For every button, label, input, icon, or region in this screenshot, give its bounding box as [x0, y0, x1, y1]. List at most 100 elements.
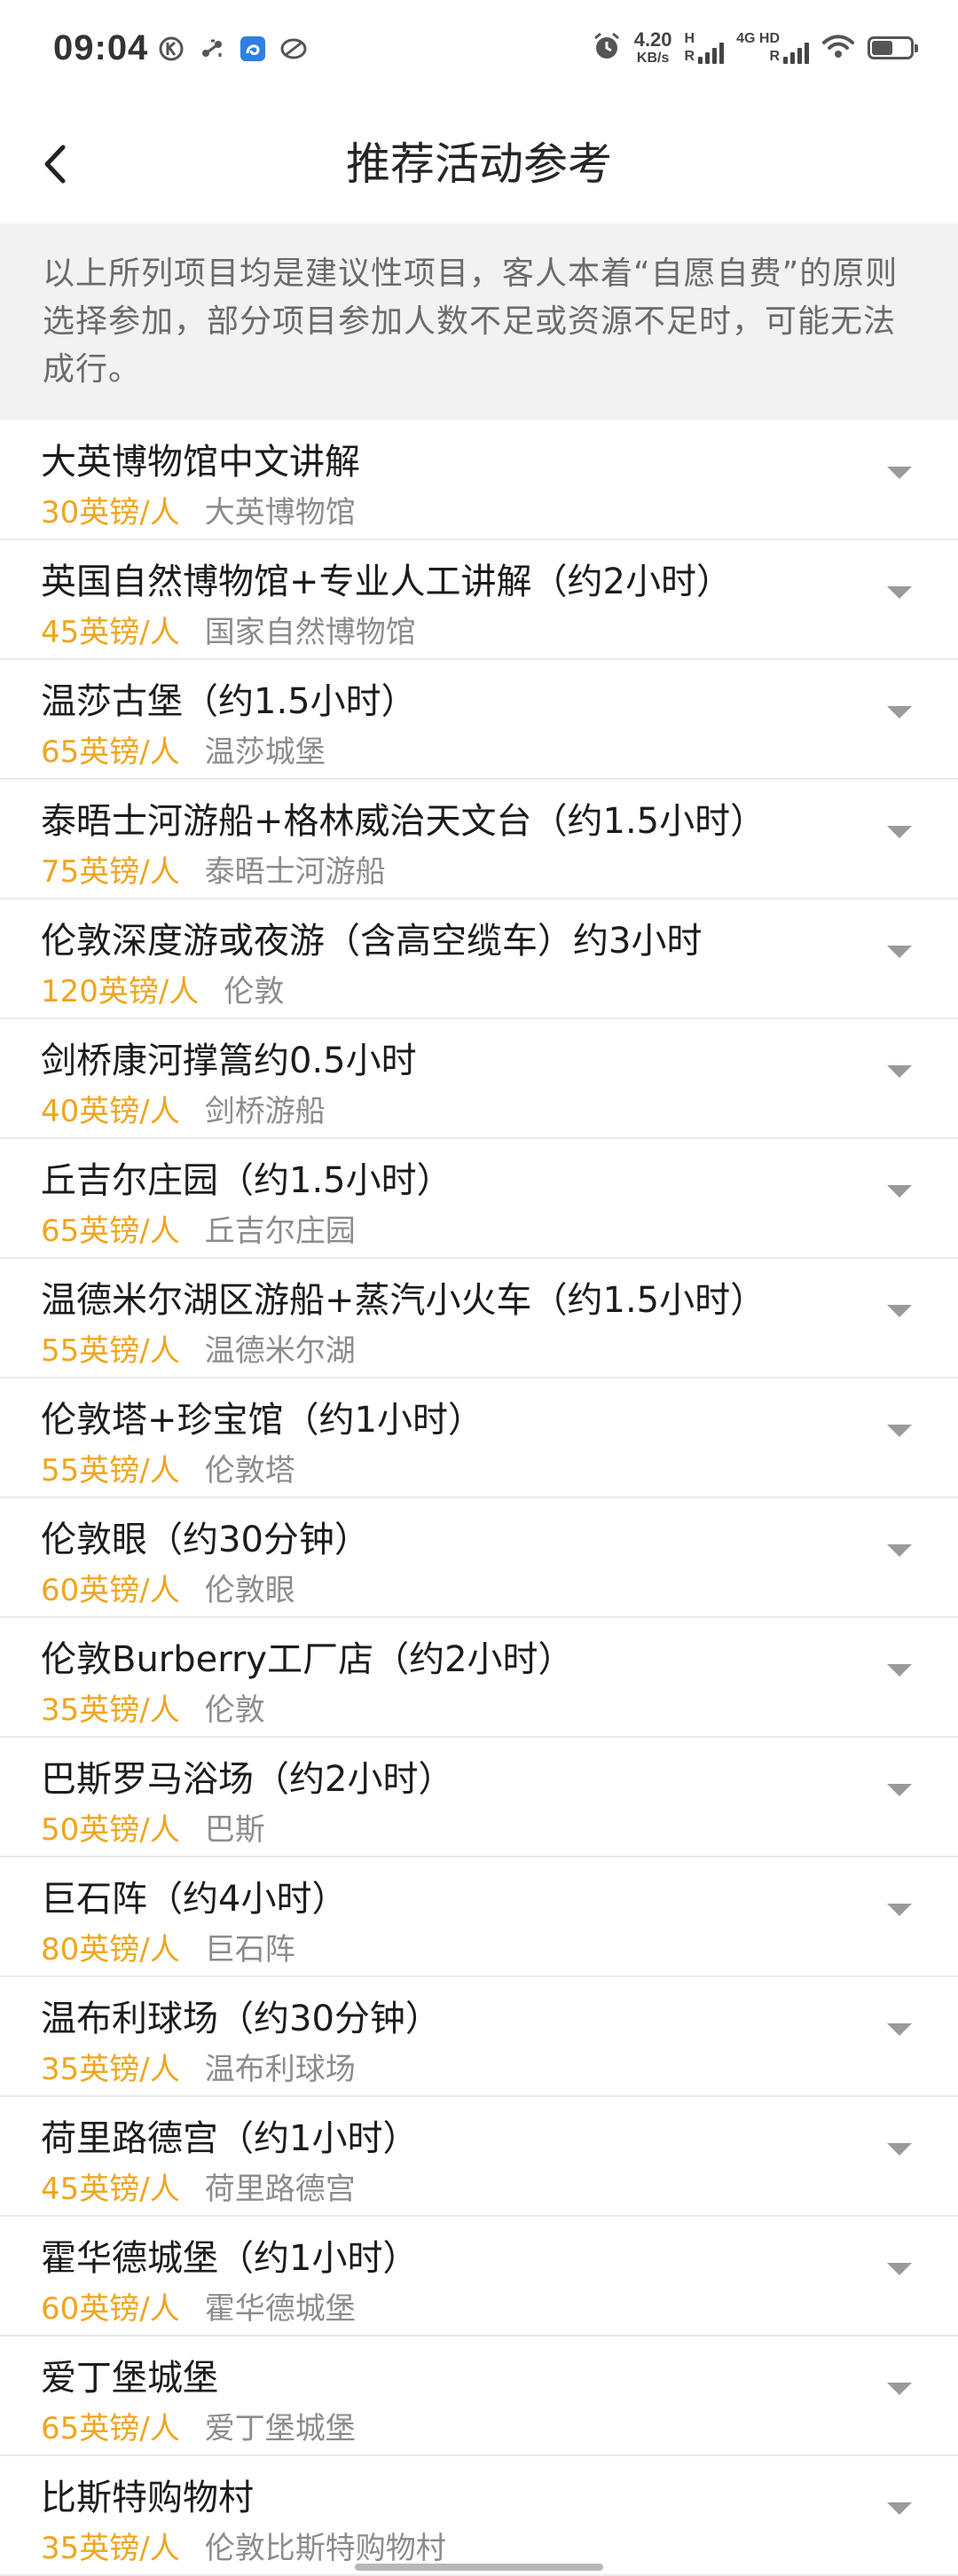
activity-name: 巨石阵（约4小时）: [41, 1879, 348, 1920]
activity-name: 温布利球场（约30分钟）: [41, 1999, 441, 2039]
activity-price: 40英镑/人: [41, 1094, 180, 1129]
activity-meta: 60英镑/人 伦敦眼: [41, 1573, 295, 1608]
chevron-down-icon[interactable]: [887, 2143, 912, 2156]
activity-price: 60英镑/人: [41, 2291, 180, 2327]
chevron-down-icon[interactable]: [887, 2263, 912, 2275]
chevron-down-icon[interactable]: [887, 467, 912, 479]
list-item[interactable]: 英国自然博物馆+专业人工讲解（约2小时） 45英镑/人 国家自然博物馆: [0, 540, 958, 660]
list-item[interactable]: 温德米尔湖区游船+蒸汽小火车（约1.5小时） 55英镑/人 温德米尔湖: [0, 1259, 958, 1378]
activity-name: 比斯特购物村: [41, 2478, 254, 2518]
activity-location: 伦敦眼: [204, 1573, 295, 1608]
activity-location: 伦敦: [224, 974, 285, 1009]
activity-price: 35英镑/人: [41, 2052, 180, 2087]
list-item[interactable]: 泰晤士河游船+格林威治天文台（约1.5小时） 75英镑/人 泰晤士河游船: [0, 780, 958, 899]
list-item[interactable]: 荷里路德宫（约1小时） 45英镑/人 荷里路德宫: [0, 2097, 958, 2217]
activity-price: 35英镑/人: [41, 2531, 180, 2566]
list-item[interactable]: 巨石阵（约4小时） 80英镑/人 巨石阵: [0, 1857, 958, 1977]
activity-location: 温莎城堡: [204, 734, 326, 770]
activity-meta: 35英镑/人 伦敦比斯特购物村: [41, 2531, 446, 2566]
system-status-icons: 4.20 KB/s H R 4G HD R: [592, 30, 918, 66]
activity-price: 35英镑/人: [41, 1692, 180, 1728]
chevron-down-icon[interactable]: [887, 826, 912, 838]
chevron-down-icon[interactable]: [887, 1305, 912, 1317]
chevron-down-icon[interactable]: [887, 2383, 912, 2395]
chevron-down-icon[interactable]: [887, 1065, 912, 1078]
list-item[interactable]: 霍华德城堡（约1小时） 60英镑/人 霍华德城堡: [0, 2217, 958, 2336]
activity-name: 剑桥康河撑篙约0.5小时: [41, 1041, 417, 1081]
activity-location: 巴斯: [204, 1812, 265, 1848]
status-time: 09:04: [53, 28, 149, 67]
activity-location: 爱丁堡城堡: [204, 2411, 356, 2446]
activity-name: 伦敦塔+珍宝馆（约1小时）: [41, 1400, 483, 1441]
home-indicator[interactable]: [355, 2564, 603, 2571]
app-badge-icon: [240, 35, 266, 62]
sim1-label: H: [684, 31, 695, 46]
activity-meta: 80英镑/人 巨石阵: [41, 1932, 295, 1967]
activity-meta: 65英镑/人 丘吉尔庄园: [41, 1213, 356, 1249]
chevron-down-icon[interactable]: [887, 1664, 912, 1677]
activity-location: 剑桥游船: [204, 1094, 326, 1129]
activity-price: 30英镑/人: [41, 495, 180, 530]
k-circle-icon: [158, 35, 185, 62]
activity-name: 伦敦眼（约30分钟）: [41, 1520, 370, 1560]
list-item[interactable]: 爱丁堡城堡 65英镑/人 爱丁堡城堡: [0, 2336, 958, 2456]
list-item[interactable]: 温布利球场（约30分钟） 35英镑/人 温布利球场: [0, 1977, 958, 2097]
activity-name: 大英博物馆中文讲解: [41, 442, 360, 483]
activity-location: 大英博物馆: [204, 495, 356, 530]
activity-location: 温德米尔湖: [204, 1333, 356, 1369]
chevron-down-icon[interactable]: [887, 2023, 912, 2036]
chevron-down-icon[interactable]: [887, 1544, 912, 1557]
page-title: 推荐活动参考: [346, 138, 612, 190]
activity-name: 温莎古堡（约1.5小时）: [41, 681, 417, 722]
activity-meta: 55英镑/人 温德米尔湖: [41, 1333, 356, 1369]
list-item[interactable]: 大英博物馆中文讲解 30英镑/人 大英博物馆: [0, 420, 958, 540]
chevron-down-icon[interactable]: [887, 706, 912, 719]
activity-meta: 35英镑/人 伦敦: [41, 1692, 265, 1728]
activity-price: 65英镑/人: [41, 1213, 180, 1249]
activity-price: 55英镑/人: [41, 1333, 180, 1369]
notice-text: 以上所列项目均是建议性项目，客人本着“自愿自费”的原则选择参加，部分项目参加人数…: [0, 224, 958, 420]
status-bar: 09:04 4.20 KB/s H R 4G HD R: [0, 0, 958, 105]
activity-location: 丘吉尔庄园: [204, 1213, 356, 1249]
activity-name: 伦敦深度游或夜游（含高空缆车）约3小时: [41, 921, 703, 962]
list-item[interactable]: 伦敦塔+珍宝馆（约1小时） 55英镑/人 伦敦塔: [0, 1378, 958, 1498]
activity-price: 120英镑/人: [41, 974, 200, 1009]
chevron-down-icon[interactable]: [887, 1784, 912, 1796]
activity-meta: 45英镑/人 国家自然博物馆: [41, 615, 416, 650]
activity-price: 60英镑/人: [41, 1573, 180, 1608]
list-item[interactable]: 剑桥康河撑篙约0.5小时 40英镑/人 剑桥游船: [0, 1019, 958, 1139]
activity-location: 泰晤士河游船: [204, 854, 386, 890]
list-item[interactable]: 伦敦眼（约30分钟） 60英镑/人 伦敦眼: [0, 1498, 958, 1618]
activity-price: 80英镑/人: [41, 1932, 180, 1967]
activity-location: 伦敦: [204, 1692, 265, 1728]
list-item[interactable]: 比斯特购物村 35英镑/人 伦敦比斯特购物村: [0, 2456, 958, 2576]
activity-price: 65英镑/人: [41, 2411, 180, 2446]
chevron-down-icon[interactable]: [887, 1425, 912, 1437]
list-item[interactable]: 伦敦深度游或夜游（含高空缆车）约3小时 120英镑/人 伦敦: [0, 899, 958, 1019]
chevron-down-icon[interactable]: [887, 2502, 912, 2515]
activity-meta: 30英镑/人 大英博物馆: [41, 495, 356, 530]
signal-bars-icon: [783, 41, 809, 64]
sim1-signal: H R: [685, 32, 725, 64]
list-item[interactable]: 温莎古堡（约1.5小时） 65英镑/人 温莎城堡: [0, 660, 958, 780]
activity-name: 爱丁堡城堡: [41, 2358, 218, 2399]
activity-meta: 50英镑/人 巴斯: [41, 1812, 265, 1848]
list-item[interactable]: 伦敦Burberry工厂店（约2小时） 35英镑/人 伦敦: [0, 1618, 958, 1738]
chevron-down-icon[interactable]: [887, 586, 912, 599]
activity-meta: 65英镑/人 温莎城堡: [41, 734, 326, 770]
activity-meta: 65英镑/人 爱丁堡城堡: [41, 2411, 356, 2446]
activity-price: 50英镑/人: [41, 1812, 180, 1848]
sim1-roaming: R: [684, 49, 695, 64]
activity-location: 巨石阵: [204, 1932, 295, 1967]
activity-meta: 40英镑/人 剑桥游船: [41, 1094, 326, 1129]
wifi-icon: [821, 33, 855, 63]
sim2-label: 4G HD: [736, 31, 780, 46]
list-item[interactable]: 巴斯罗马浴场（约2小时） 50英镑/人 巴斯: [0, 1738, 958, 1857]
list-item[interactable]: 丘吉尔庄园（约1.5小时） 65英镑/人 丘吉尔庄园: [0, 1139, 958, 1259]
activity-meta: 75英镑/人 泰晤士河游船: [41, 854, 386, 890]
chevron-down-icon[interactable]: [887, 1904, 912, 1916]
chevron-down-icon[interactable]: [887, 1185, 912, 1198]
net-speed-unit: KB/s: [636, 51, 670, 66]
activity-location: 国家自然博物馆: [204, 615, 416, 650]
chevron-down-icon[interactable]: [887, 946, 912, 958]
